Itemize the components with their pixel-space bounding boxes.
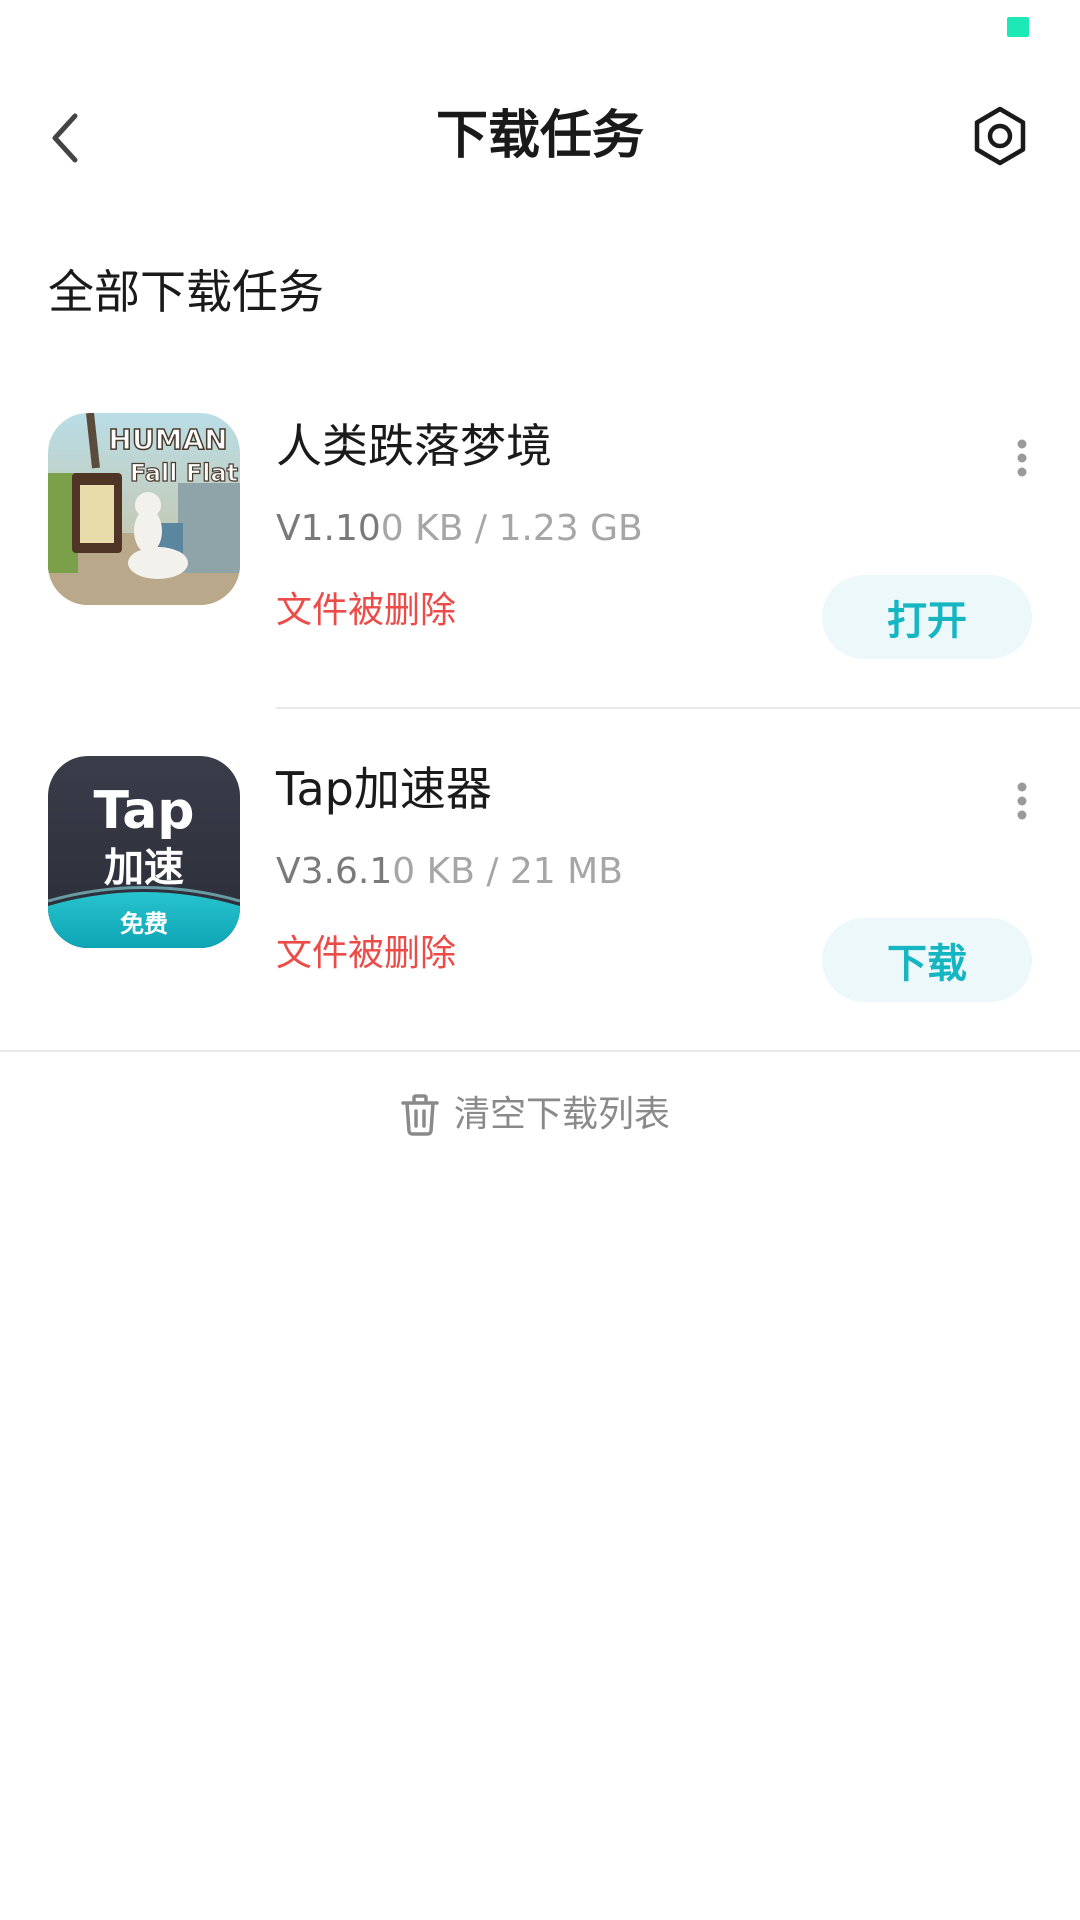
more-options-button[interactable]	[1004, 773, 1040, 829]
more-vertical-icon	[1017, 439, 1027, 477]
open-button[interactable]: 打开	[822, 575, 1032, 659]
download-task-item[interactable]: HUMAN Fall Flat 人类跌落梦境 V1.100 KB / 1.23 …	[0, 390, 1080, 690]
app-name: Tap加速器	[276, 762, 492, 816]
status-bar	[0, 0, 1080, 60]
download-button[interactable]: 下载	[822, 918, 1032, 1002]
header: 下载任务	[0, 70, 1080, 200]
app-name: 人类跌落梦境	[276, 419, 552, 473]
divider	[0, 1050, 1080, 1052]
clear-download-list-label: 清空下载列表	[454, 1094, 671, 1135]
battery-icon	[1007, 17, 1029, 37]
settings-button[interactable]	[964, 100, 1036, 172]
section-title: 全部下载任务	[48, 265, 324, 319]
status-file-deleted: 文件被删除	[276, 590, 457, 631]
status-file-deleted: 文件被删除	[276, 933, 457, 974]
more-vertical-icon	[1017, 782, 1027, 820]
trash-icon	[401, 1094, 439, 1136]
icon-text-tap: Tap	[93, 781, 194, 841]
hexagon-settings-icon	[974, 106, 1026, 166]
page-title: 下载任务	[435, 106, 644, 166]
version-label: V1.10	[276, 508, 381, 549]
version-label: V3.6.1	[276, 851, 393, 892]
icon-text-human: HUMAN	[108, 423, 227, 456]
app-icon-tap-accelerator[interactable]: Tap 加速 免费	[48, 756, 240, 948]
download-task-item[interactable]: Tap 加速 免费 Tap加速器 V3.6.10 KB / 21 MB 文件被删…	[0, 733, 1080, 1033]
clear-download-list-button[interactable]: 清空下载列表	[400, 1085, 670, 1145]
size-label: 0 KB / 1.23 GB	[380, 508, 643, 549]
icon-text-accelerate: 加速	[104, 845, 184, 891]
icon-text-free: 免费	[120, 910, 168, 938]
size-label: 0 KB / 21 MB	[392, 851, 623, 892]
divider	[276, 707, 1080, 709]
app-icon-human-fall-flat[interactable]: HUMAN Fall Flat	[48, 413, 240, 605]
app-version-size: V1.100 KB / 1.23 GB	[276, 505, 643, 553]
icon-text-fall-flat: Fall Flat	[130, 459, 238, 487]
more-options-button[interactable]	[1004, 430, 1040, 486]
app-version-size: V3.6.10 KB / 21 MB	[276, 848, 623, 896]
download-tasks-screen: 下载任务 全部下载任务 HUMAN Fall Flat 人类跌落梦境 V1.10…	[0, 0, 1080, 1920]
